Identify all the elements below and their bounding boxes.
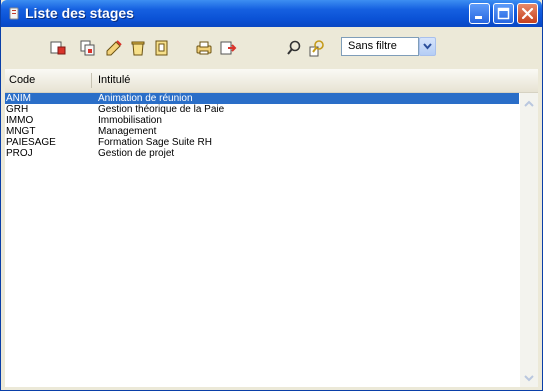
cell-code: MNGT [6, 126, 36, 137]
cell-code: ANIM [6, 93, 31, 104]
copy-record-icon[interactable] [79, 39, 97, 57]
maximize-button[interactable] [493, 3, 514, 24]
filter-dropdown-button[interactable] [419, 37, 436, 56]
stages-list[interactable]: ANIM Animation de réunion GRH Gestion théor… [5, 93, 538, 387]
cell-intitule: Management [98, 126, 157, 137]
search-icon[interactable] [285, 39, 303, 57]
table-row[interactable]: ANIM Animation de réunion [5, 93, 519, 104]
close-button[interactable] [517, 3, 538, 24]
window-title: Liste des stages [25, 5, 134, 21]
cell-intitule: Animation de réunion [98, 93, 193, 104]
table-header: Code Intitulé [5, 69, 538, 93]
toolbar: Sans filtre [1, 27, 542, 69]
scroll-up-icon[interactable] [521, 97, 537, 111]
search-filter-icon[interactable] [308, 39, 326, 57]
scroll-down-icon[interactable] [521, 371, 537, 385]
vertical-scrollbar[interactable] [520, 93, 538, 387]
table-row[interactable]: MNGT Management [5, 126, 519, 137]
cell-intitule: Gestion de projet [98, 148, 175, 159]
filter-value: Sans filtre [348, 40, 397, 52]
window: Liste des stages Sans filtre Code Intitu… [0, 0, 543, 391]
edit-record-icon[interactable] [105, 39, 123, 57]
minimize-button[interactable] [469, 3, 490, 24]
cell-code: PROJ [6, 148, 33, 159]
table-row[interactable]: PROJ Gestion de projet [5, 148, 519, 159]
table-row[interactable]: IMMO Immobilisation [5, 115, 519, 126]
cell-intitule: Formation Sage Suite RH [98, 137, 212, 148]
open-file-icon[interactable] [153, 39, 171, 57]
column-divider[interactable] [91, 73, 92, 88]
delete-record-icon[interactable] [129, 39, 147, 57]
chevron-down-icon [423, 43, 432, 50]
table-row[interactable]: PAIESAGE Formation Sage Suite RH [5, 137, 519, 148]
cell-code: GRH [6, 104, 29, 115]
column-header-intitule[interactable]: Intitulé [94, 69, 294, 92]
minimize-icon [475, 16, 482, 19]
maximize-icon [497, 7, 510, 20]
export-icon[interactable] [219, 39, 237, 57]
cell-code: IMMO [6, 115, 34, 126]
app-icon [9, 7, 19, 20]
close-icon [521, 7, 534, 20]
column-header-code[interactable]: Code [5, 69, 90, 92]
cell-intitule: Immobilisation [98, 115, 162, 126]
print-icon[interactable] [195, 39, 213, 57]
table-row[interactable]: GRH Gestion théorique de la Paie [5, 104, 519, 115]
cell-intitule: Gestion théorique de la Paie [98, 104, 225, 115]
filter-select[interactable]: Sans filtre [341, 37, 419, 56]
new-record-icon[interactable] [49, 39, 67, 57]
cell-code: PAIESAGE [6, 137, 56, 148]
title-bar[interactable]: Liste des stages [1, 0, 542, 27]
